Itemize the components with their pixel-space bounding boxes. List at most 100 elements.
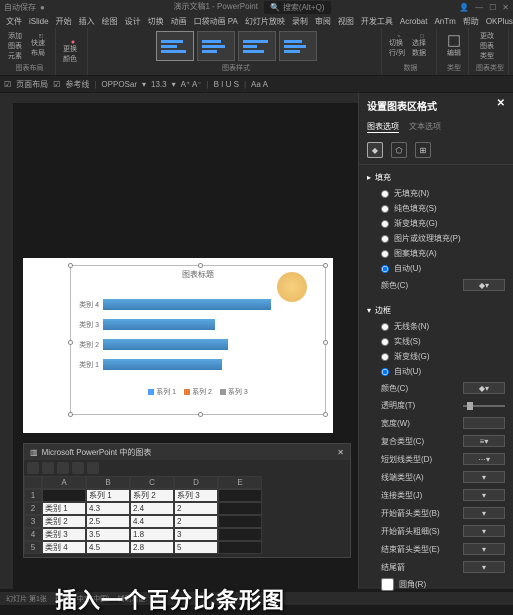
cell[interactable]: 2 (174, 515, 218, 528)
bar[interactable] (103, 299, 271, 310)
cell[interactable] (218, 515, 262, 528)
fill-picture[interactable]: 图片或纹理填充(P) (367, 231, 505, 246)
cell[interactable]: 3 (24, 515, 42, 528)
font-select[interactable]: OPPOSar (101, 80, 137, 89)
tool-button[interactable] (57, 462, 69, 474)
effects-icon[interactable]: ⬠ (391, 142, 407, 158)
fill-solid[interactable]: 纯色填充(S) (367, 201, 505, 216)
close-icon[interactable]: ✕ (497, 98, 505, 113)
cell[interactable]: 类别 3 (42, 528, 86, 541)
menu-okplus[interactable]: OKPlus 4.8 (483, 17, 513, 26)
rounded-corners[interactable]: 圆角(R) (367, 576, 505, 593)
fill-line-icon[interactable]: ◆ (367, 142, 383, 158)
cell[interactable]: 4.5 (86, 541, 130, 554)
menu-review[interactable]: 审阅 (312, 16, 334, 27)
autosave-toggle[interactable]: 自动保存 (4, 2, 36, 13)
tool-button[interactable] (87, 462, 99, 474)
arrow-head-size-select[interactable]: ▾ (463, 525, 505, 537)
chart-style-4[interactable] (279, 31, 317, 61)
menu-acrobat[interactable]: Acrobat (397, 17, 431, 26)
menu-view[interactable]: 视图 (335, 16, 357, 27)
tool-button[interactable] (72, 462, 84, 474)
cell[interactable] (218, 489, 262, 502)
bar[interactable] (103, 339, 228, 350)
slide-counter[interactable]: 幻灯片 第1张 (6, 594, 47, 604)
add-chart-element[interactable]: 添加图表元素 (8, 34, 28, 58)
cap-select[interactable]: ▾ (463, 471, 505, 483)
cell[interactable]: 4 (24, 528, 42, 541)
menu-help[interactable]: 帮助 (460, 16, 482, 27)
slide-canvas[interactable]: 图表标题 类别 4 类别 3 类别 2 类别 1 系列 1 系列 2 系列 3 (13, 103, 358, 589)
fill-auto[interactable]: 自动(U) (367, 261, 505, 276)
arrow-end-size-select[interactable]: ▾ (463, 561, 505, 573)
border-solid[interactable]: 实线(S) (367, 334, 505, 349)
cell[interactable] (218, 541, 262, 554)
menu-trans[interactable]: 切换 (145, 16, 167, 27)
fill-pattern[interactable]: 图案填充(A) (367, 246, 505, 261)
cell[interactable]: 3 (174, 528, 218, 541)
transparency-slider[interactable] (463, 405, 505, 407)
cell[interactable] (42, 489, 86, 502)
size-select[interactable]: 13.3 (151, 80, 167, 89)
cell[interactable]: 5 (24, 541, 42, 554)
cell[interactable]: 2.8 (130, 541, 174, 554)
tab-chart-options[interactable]: 图表选项 (367, 121, 399, 133)
close-icon[interactable]: ✕ (502, 3, 509, 12)
menu-file[interactable]: 文件 (3, 16, 25, 27)
fill-none[interactable]: 无填充(N) (367, 186, 505, 201)
width-input[interactable] (463, 417, 505, 429)
edit-data[interactable]: 编辑 (444, 34, 464, 58)
fill-gradient[interactable]: 渐变填充(G) (367, 216, 505, 231)
chart-legend[interactable]: 系列 1 系列 2 系列 3 (71, 387, 325, 397)
cell[interactable]: 系列 1 (86, 489, 130, 502)
menu-design[interactable]: 设计 (122, 16, 144, 27)
menu-home[interactable]: 开始 (53, 16, 75, 27)
menu-record[interactable]: 录制 (289, 16, 311, 27)
join-select[interactable]: ▾ (463, 489, 505, 501)
cell[interactable] (218, 528, 262, 541)
tool-button[interactable] (42, 462, 54, 474)
cell[interactable]: 类别 2 (42, 515, 86, 528)
menu-insert[interactable]: 插入 (76, 16, 98, 27)
chart-style-1[interactable] (156, 31, 194, 61)
menu-antm[interactable]: AnTm (431, 17, 458, 26)
cell[interactable]: 2 (24, 502, 42, 515)
page-layout-toggle[interactable]: 页面布局 (16, 79, 48, 90)
cell[interactable]: 类别 1 (42, 502, 86, 515)
arrow-head-select[interactable]: ▾ (463, 507, 505, 519)
cell[interactable]: 4.4 (130, 515, 174, 528)
cell[interactable]: 3.5 (86, 528, 130, 541)
cell[interactable]: 2 (174, 502, 218, 515)
cell[interactable]: 2.4 (130, 502, 174, 515)
section-fill[interactable]: ▸ 填充 (367, 169, 505, 186)
menu-dev[interactable]: 开发工具 (358, 16, 396, 27)
slide[interactable]: 图表标题 类别 4 类别 3 类别 2 类别 1 系列 1 系列 2 系列 3 (23, 258, 333, 433)
search-box[interactable]: 🔍 搜索(Alt+Q) (264, 1, 331, 14)
chart-style-3[interactable] (238, 31, 276, 61)
chart-object[interactable]: 图表标题 类别 4 类别 3 类别 2 类别 1 系列 1 系列 2 系列 3 (70, 265, 326, 415)
border-auto[interactable]: 自动(U) (367, 364, 505, 379)
spreadsheet[interactable]: ABCDE1系列 1系列 2系列 32类别 14.32.423类别 22.54.… (24, 476, 350, 554)
border-none[interactable]: 无线条(N) (367, 319, 505, 334)
tab-text-options[interactable]: 文本选项 (409, 121, 441, 133)
border-color-picker[interactable]: ◆▾ (463, 382, 505, 394)
change-colors[interactable]: 更换颜色 (63, 40, 83, 64)
size-props-icon[interactable]: ⊞ (415, 142, 431, 158)
menu-islide[interactable]: iSlide (26, 17, 52, 26)
cell[interactable]: 系列 3 (174, 489, 218, 502)
switch-row-col[interactable]: 切换行/列 (389, 34, 409, 58)
data-editor-window[interactable]: ▥Microsoft PowerPoint 中的图表 ✕ ABCDE1系列 1系… (23, 443, 351, 558)
compound-select[interactable]: ≡▾ (463, 435, 505, 447)
menu-anim[interactable]: 动画 (168, 16, 190, 27)
tool-button[interactable] (27, 462, 39, 474)
guides-toggle[interactable]: 参考线 (65, 79, 89, 90)
cell[interactable]: 类别 4 (42, 541, 86, 554)
cell[interactable] (218, 502, 262, 515)
change-chart-type[interactable]: 更改图表类型 (480, 34, 500, 58)
user-icon[interactable]: 👤 (459, 3, 469, 12)
max-icon[interactable]: ☐ (489, 3, 496, 12)
bar[interactable] (103, 319, 215, 330)
cell[interactable]: 2.5 (86, 515, 130, 528)
section-border[interactable]: ▾ 边框 (367, 302, 505, 319)
cell[interactable]: 系列 2 (130, 489, 174, 502)
